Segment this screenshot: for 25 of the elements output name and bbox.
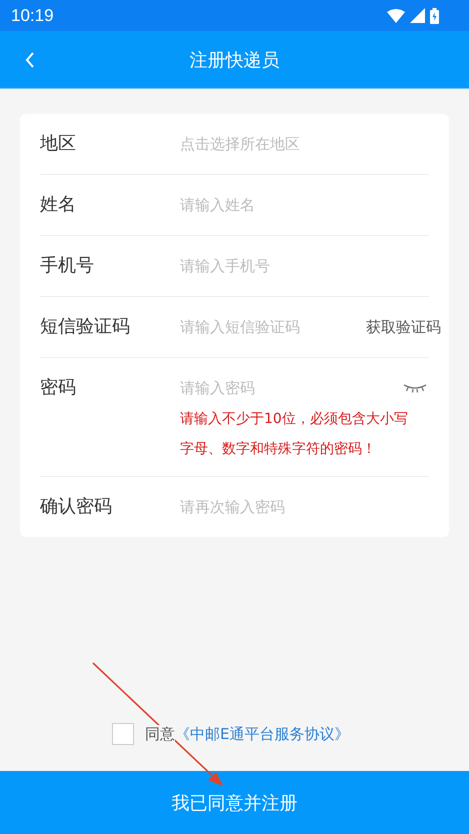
page-title: 注册快递员	[190, 48, 280, 72]
input-field[interactable]: 请输入短信验证码	[180, 318, 366, 336]
input-field[interactable]: 请输入密码	[180, 379, 403, 397]
signal-icon	[410, 8, 425, 23]
status-time: 10:19	[11, 6, 54, 26]
field-label: 姓名	[40, 193, 77, 217]
password-hint: 请输入不少于10位，必须包含大小写字母、数字和特殊字符的密码！	[180, 410, 409, 459]
input-field[interactable]: 请再次输入密码	[180, 498, 429, 516]
wifi-icon	[387, 8, 405, 22]
input-field[interactable]: 请输入姓名	[180, 196, 429, 214]
register-button[interactable]: 我已同意并注册	[0, 771, 469, 834]
field-label: 确认密码	[40, 495, 113, 519]
get-code-link[interactable]: 获取验证码	[366, 318, 441, 336]
select-field[interactable]: 点击选择所在地区	[180, 135, 429, 153]
field-label: 地区	[40, 132, 77, 156]
agree-label: 同意	[145, 724, 175, 744]
back-icon[interactable]	[25, 52, 35, 68]
agreement-link[interactable]: 《中邮E通平台服务协议》	[175, 724, 350, 744]
agree-checkbox[interactable]	[112, 723, 134, 745]
eye-closed-icon[interactable]	[403, 383, 427, 393]
field-label: 密码	[40, 376, 77, 400]
field-label: 短信验证码	[40, 315, 131, 339]
battery-icon	[430, 8, 439, 24]
input-field[interactable]: 请输入手机号	[180, 257, 429, 275]
field-label: 手机号	[40, 254, 95, 278]
